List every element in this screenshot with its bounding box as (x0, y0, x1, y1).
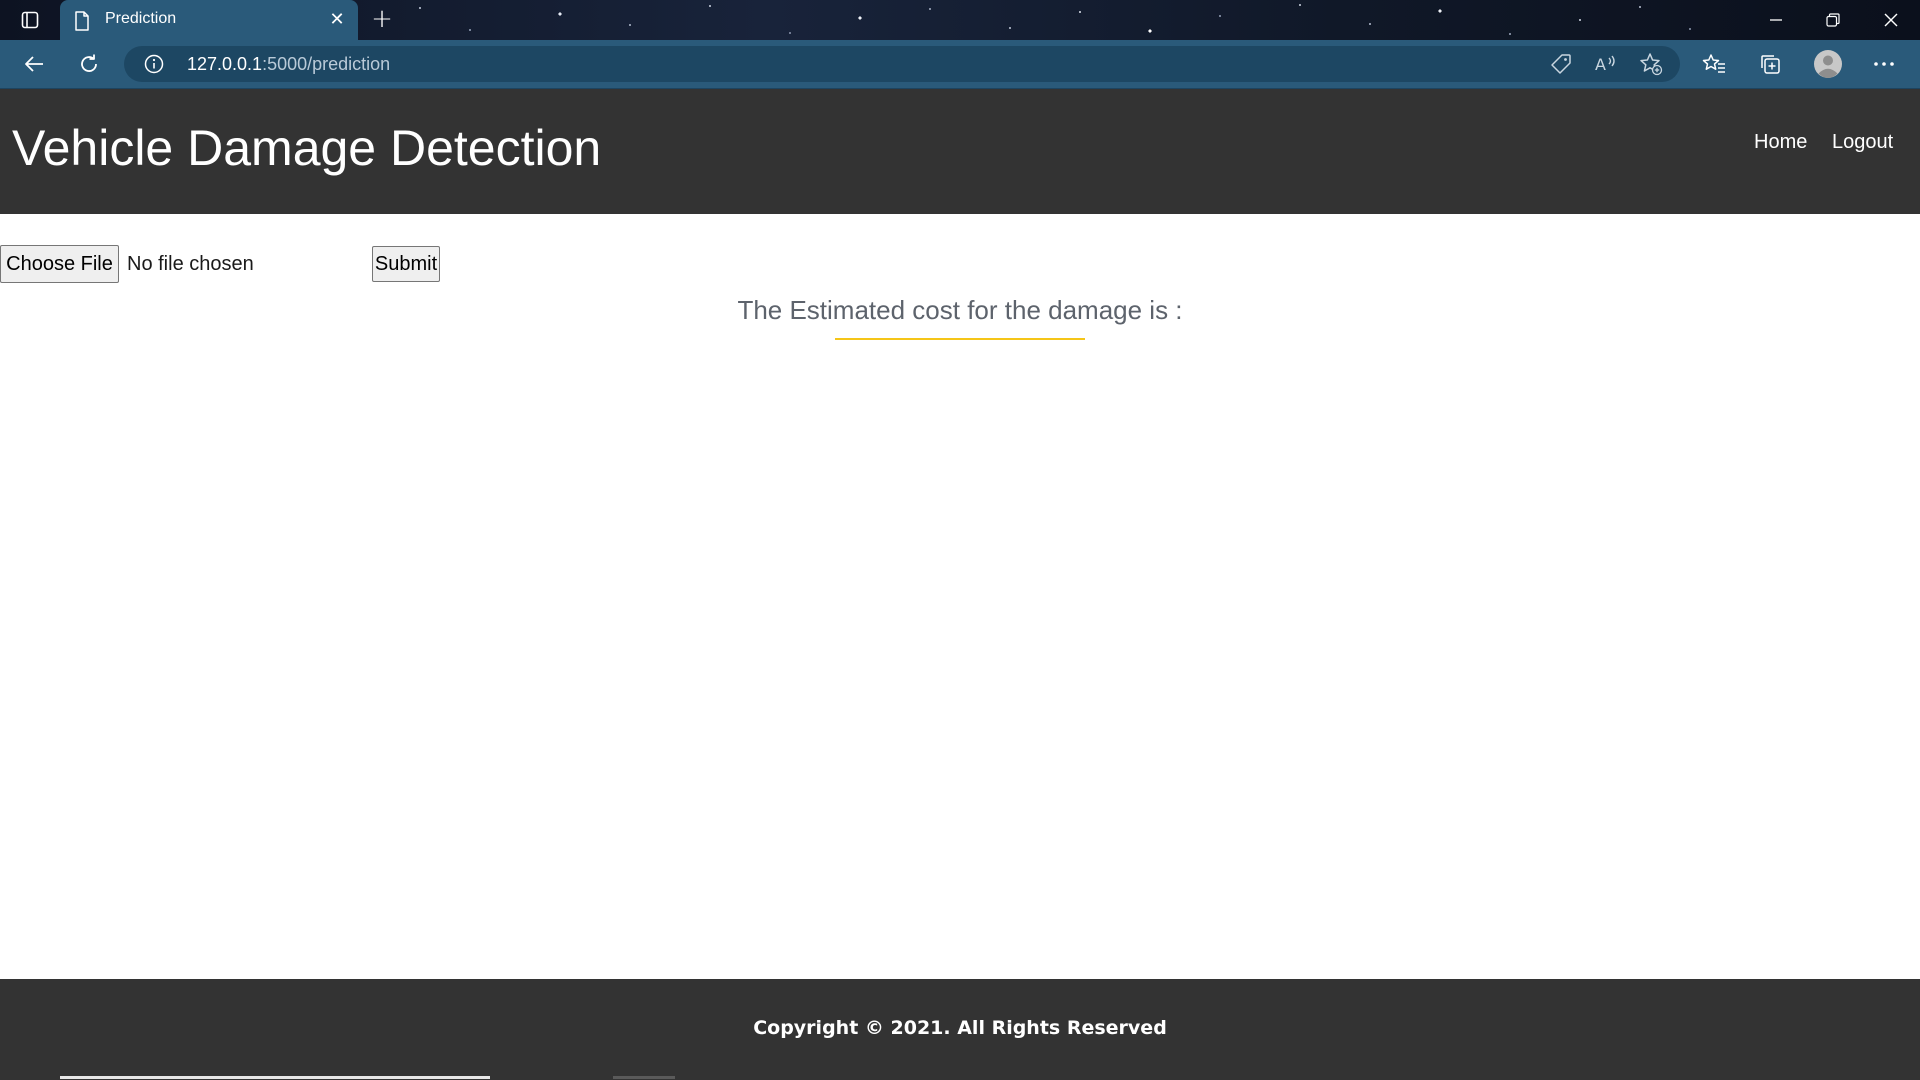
browser-window: Prediction ✕ + 127.0.0.1:5000/prediction… (0, 0, 1920, 1080)
plus-icon[interactable]: + (368, 6, 396, 34)
site-footer: Copyright © 2021. All Rights Reserved (0, 979, 1920, 1080)
footer-divider (613, 1076, 675, 1079)
address-bar[interactable]: 127.0.0.1:5000/prediction A (124, 46, 1680, 82)
info-icon[interactable] (144, 54, 164, 74)
file-status-text: No file chosen (127, 253, 254, 275)
nav-logout-link[interactable]: Logout (1832, 131, 1893, 154)
tag-icon[interactable] (1548, 52, 1574, 76)
heading-underline (835, 338, 1085, 340)
collections-icon[interactable] (1752, 48, 1788, 80)
star-add-icon[interactable] (1638, 52, 1664, 76)
profile-icon[interactable] (1810, 48, 1846, 80)
minimize-icon[interactable] (1756, 6, 1796, 34)
restore-icon[interactable] (1813, 6, 1853, 34)
title-bar: Prediction ✕ + (0, 0, 1920, 40)
sidebar-toggle-icon[interactable] (14, 8, 46, 32)
url-host: 127.0.0.1 (187, 54, 263, 74)
site-header: Vehicle Damage Detection Home Logout (0, 89, 1920, 214)
estimated-cost-heading: The Estimated cost for the damage is : (737, 295, 1183, 325)
read-aloud-icon[interactable]: A (1593, 52, 1619, 76)
close-icon[interactable] (1871, 6, 1911, 34)
favorites-icon[interactable] (1696, 48, 1732, 80)
svg-text:A: A (1595, 55, 1606, 74)
more-icon[interactable] (1866, 48, 1902, 80)
tab-title: Prediction (105, 10, 177, 27)
copyright-text: Copyright © 2021. All Rights Reserved (753, 1017, 1167, 1039)
site-title: Vehicle Damage Detection (12, 120, 602, 176)
browser-toolbar: 127.0.0.1:5000/prediction A (0, 40, 1920, 89)
url-text[interactable]: 127.0.0.1:5000/prediction (187, 54, 390, 75)
footer-divider (60, 1076, 490, 1079)
close-icon[interactable]: ✕ (328, 11, 346, 29)
page-icon (74, 11, 92, 31)
choose-file-button[interactable]: Choose File (0, 245, 119, 283)
back-arrow-icon[interactable] (16, 48, 52, 80)
nav-home-link[interactable]: Home (1754, 131, 1807, 154)
browser-tab-active[interactable]: Prediction ✕ (60, 0, 358, 40)
refresh-icon[interactable] (71, 48, 107, 80)
submit-button[interactable]: Submit (372, 246, 440, 282)
url-path: :5000/prediction (262, 54, 391, 74)
upload-form: Choose File No file chosen Submit (0, 245, 600, 285)
